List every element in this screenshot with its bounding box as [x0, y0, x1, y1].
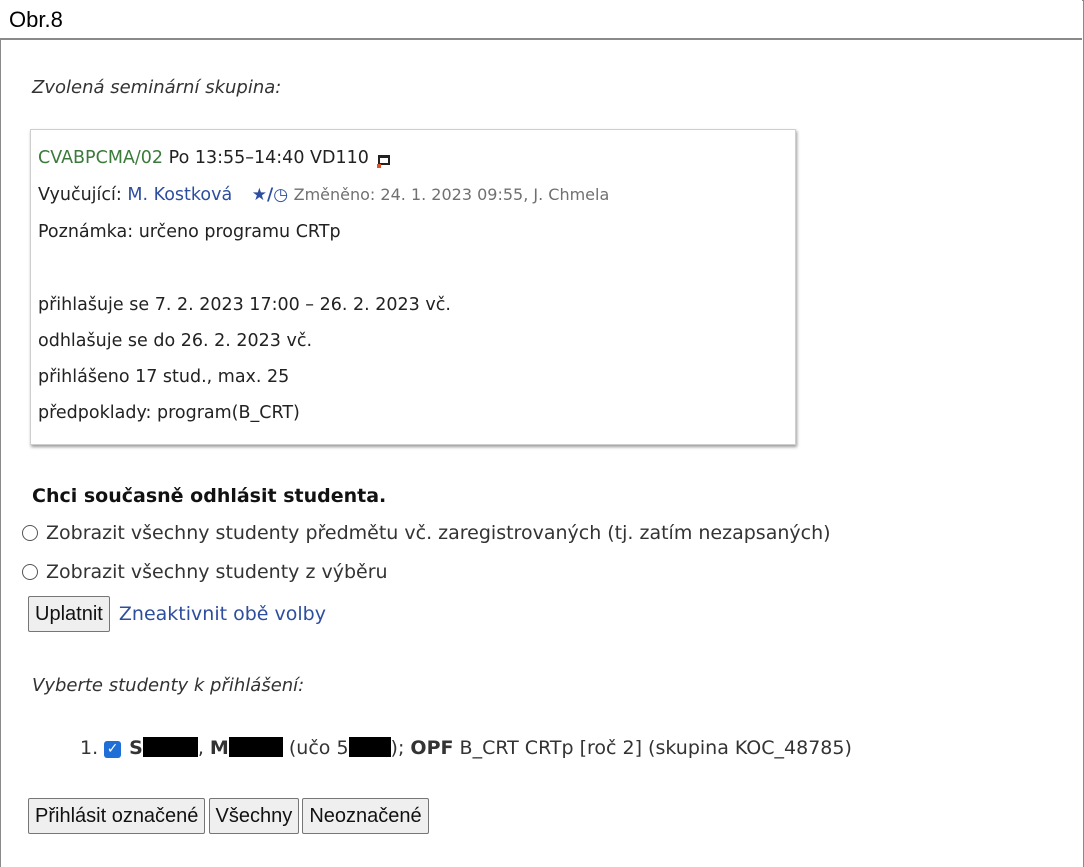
student-number: 1.: [80, 737, 99, 759]
group-room: VD110: [310, 148, 369, 168]
unenroll-heading: Chci současně odhlásit studenta.: [32, 485, 387, 507]
comma: ,: [197, 737, 210, 759]
uco-suffix: );: [390, 737, 405, 759]
signup-period: přihlašuje se 7. 2. 2023 17:00 – 26. 2. …: [38, 295, 451, 315]
action-buttons: Přihlásit označené Všechny Neoznačené: [28, 798, 429, 834]
signoff-period: odhlašuje se do 26. 2. 2023 vč.: [38, 331, 313, 351]
changed-info: Změněno: 24. 1. 2023 09:55, J. Chmela: [293, 185, 610, 204]
group-note: Poznámka: určeno programu CRTp: [38, 222, 341, 242]
option-selection-students[interactable]: Zobrazit všechny studenty z výběru: [22, 561, 388, 583]
student-faculty: OPF: [410, 737, 454, 759]
option-label: Zobrazit všechny studenty předmětu vč. z…: [46, 522, 831, 544]
group-time: Po 13:55–14:40: [168, 148, 305, 168]
select-unselected-button[interactable]: Neoznačené: [302, 798, 429, 834]
redacted-uco: [348, 737, 391, 757]
enrolled-count: přihlášeno 17 stud., max. 25: [38, 367, 290, 387]
student-list-item: 1. ✓ S, M (učo 5); OPF B_CRT CRTp [roč 2] …: [80, 737, 852, 759]
checkbox-checked-icon[interactable]: ✓: [104, 741, 122, 758]
apply-button[interactable]: Uplatnit: [28, 596, 110, 632]
radio-icon[interactable]: [22, 564, 38, 580]
group-header-line: CVABPCMA/02 Po 13:55–14:40 VD110: [38, 148, 391, 168]
student-details: B_CRT CRTp [roč 2] (skupina KOC_48785): [459, 737, 852, 759]
radio-icon[interactable]: [22, 525, 38, 541]
prerequisites: předpoklady: program(B_CRT): [38, 403, 300, 423]
figure-caption: Obr.8: [0, 0, 1082, 40]
enroll-selected-button[interactable]: Přihlásit označené: [28, 798, 206, 834]
group-code[interactable]: CVABPCMA/02: [38, 148, 163, 168]
deactivate-options-link[interactable]: Zneaktivnit obě volby: [119, 603, 326, 625]
redacted-surname: [142, 737, 198, 757]
teacher-label: Vyučující:: [38, 185, 122, 205]
selected-group-label: Zvolená seminární skupina:: [32, 77, 282, 98]
choose-students-label: Vyberte studenty k přihlášení:: [32, 675, 305, 696]
external-window-icon[interactable]: [377, 155, 391, 168]
select-all-button[interactable]: Všechny: [208, 798, 300, 834]
uco-prefix: (učo 5: [288, 737, 349, 759]
history-icon[interactable]: ★/◷: [252, 185, 288, 205]
redacted-name: [228, 737, 283, 757]
teacher-line: Vyučující: M. Kostková ★/◷ Změněno: 24. …: [38, 185, 609, 205]
option-label: Zobrazit všechny studenty z výběru: [46, 561, 388, 583]
teacher-link[interactable]: M. Kostková: [127, 185, 232, 205]
seminar-group-box: CVABPCMA/02 Po 13:55–14:40 VD110 Vyučují…: [30, 129, 796, 445]
option-all-course-students[interactable]: Zobrazit všechny studenty předmětu vč. z…: [22, 522, 831, 544]
student-surname-initial: S: [129, 737, 143, 759]
student-name-initial: M: [209, 737, 229, 759]
apply-row: Uplatnit Zneaktivnit obě volby: [28, 596, 326, 632]
